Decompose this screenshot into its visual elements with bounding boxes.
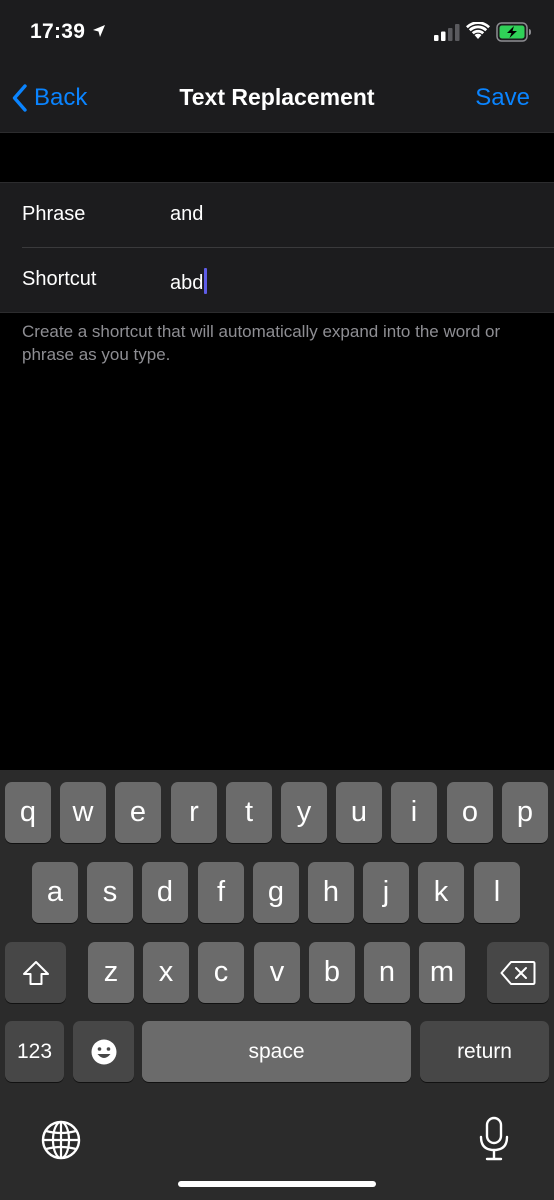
key-l[interactable]: l <box>474 862 520 923</box>
globe-icon[interactable] <box>40 1119 82 1161</box>
save-button[interactable]: Save <box>475 84 530 112</box>
footer-explanation: Create a shortcut that will automaticall… <box>22 322 501 364</box>
battery-charging-icon <box>496 22 531 42</box>
key-i[interactable]: i <box>391 782 437 843</box>
space-key[interactable]: space <box>142 1021 411 1082</box>
emoji-key[interactable] <box>73 1021 134 1082</box>
key-z[interactable]: z <box>88 942 134 1003</box>
numbers-key[interactable]: 123 <box>5 1021 64 1082</box>
key-y[interactable]: y <box>281 782 327 843</box>
key-k[interactable]: k <box>418 862 464 923</box>
key-a[interactable]: a <box>32 862 78 923</box>
key-e[interactable]: e <box>115 782 161 843</box>
shift-key[interactable] <box>5 942 66 1003</box>
key-p[interactable]: p <box>502 782 548 843</box>
status-bar: 17:39 <box>0 0 554 70</box>
key-n[interactable]: n <box>364 942 410 1003</box>
key-v[interactable]: v <box>254 942 300 1003</box>
key-j[interactable]: j <box>363 862 409 923</box>
home-indicator <box>178 1181 376 1187</box>
keyboard: qwertyuiop asdfghjkl zxcvbnm 123 space ret… <box>0 770 554 1200</box>
key-u[interactable]: u <box>336 782 382 843</box>
shortcut-field-text: abd <box>170 272 204 294</box>
key-g[interactable]: g <box>253 862 299 923</box>
delete-key[interactable] <box>487 942 549 1003</box>
key-o[interactable]: o <box>447 782 493 843</box>
key-s[interactable]: s <box>87 862 133 923</box>
return-key[interactable]: return <box>420 1021 549 1082</box>
shift-icon <box>22 960 49 985</box>
status-time: 17:39 <box>30 20 86 43</box>
key-x[interactable]: x <box>143 942 189 1003</box>
text-cursor <box>204 268 208 294</box>
phrase-row[interactable]: Phrase and <box>0 183 554 248</box>
key-f[interactable]: f <box>198 862 244 923</box>
location-arrow-icon <box>93 25 105 37</box>
microphone-icon[interactable] <box>478 1116 510 1162</box>
key-h[interactable]: h <box>308 862 354 923</box>
key-q[interactable]: q <box>5 782 51 843</box>
emoji-icon <box>91 1039 116 1064</box>
key-t[interactable]: t <box>226 782 272 843</box>
key-m[interactable]: m <box>419 942 465 1003</box>
key-c[interactable]: c <box>198 942 244 1003</box>
wifi-icon <box>466 22 490 39</box>
phrase-field[interactable]: and <box>170 203 203 226</box>
key-d[interactable]: d <box>142 862 188 923</box>
shortcut-label: Shortcut <box>22 268 97 290</box>
replacement-form: Phrase and Shortcut abd <box>0 182 554 313</box>
signal-icon <box>434 24 460 41</box>
shortcut-row[interactable]: Shortcut abd <box>0 248 554 312</box>
key-b[interactable]: b <box>309 942 355 1003</box>
key-r[interactable]: r <box>171 782 217 843</box>
backspace-icon <box>500 960 536 985</box>
shortcut-field[interactable]: abd <box>170 268 208 295</box>
phrase-label: Phrase <box>22 203 86 225</box>
key-w[interactable]: w <box>60 782 106 843</box>
navigation-bar: Back Text Replacement Save <box>0 70 554 133</box>
page-title: Text Replacement <box>179 84 375 110</box>
